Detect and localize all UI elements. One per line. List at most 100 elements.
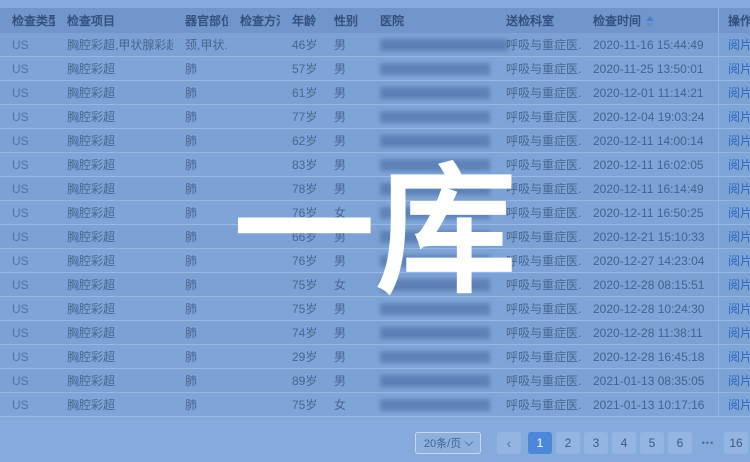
table-row: US 胸腔彩超 肺 77岁 男 呼吸与重症医... 2020-12-04 19:…	[0, 105, 750, 129]
cell-gender: 男	[322, 156, 368, 173]
cell-exam-item: 胸腔彩超	[55, 396, 173, 413]
cell-gender: 女	[322, 276, 368, 293]
header-exam-type: 检查类型	[0, 12, 55, 29]
cell-age: 75岁	[280, 396, 322, 413]
header-actions: 操作	[718, 8, 750, 33]
cell-organ: 肺	[173, 252, 228, 269]
hospital-redacted-bar	[380, 63, 490, 75]
cell-dept: 呼吸与重症医...	[494, 108, 581, 125]
hospital-redacted-bar	[380, 255, 490, 267]
view-images-link[interactable]: 阅片	[728, 204, 750, 221]
cell-exam-item: 胸腔彩超	[55, 300, 173, 317]
cell-dept: 呼吸与重症医...	[494, 276, 581, 293]
view-images-link[interactable]: 阅片	[728, 276, 750, 293]
cell-exam-time: 2020-12-28 10:24:30	[581, 302, 718, 316]
cell-dept: 呼吸与重症医...	[494, 300, 581, 317]
view-images-link[interactable]: 阅片	[728, 396, 750, 413]
hospital-redacted-bar	[380, 375, 490, 387]
page-button[interactable]: 16	[724, 432, 748, 454]
header-exam-time-sortable[interactable]: 检查时间	[581, 12, 718, 29]
cell-gender: 男	[322, 84, 368, 101]
page-size-select[interactable]: 20条/页	[415, 432, 481, 454]
cell-age: 61岁	[280, 84, 322, 101]
table-row: US 胸腔彩超 肺 89岁 男 呼吸与重症医... 2021-01-13 08:…	[0, 369, 750, 393]
cell-actions: 阅片	[718, 57, 750, 80]
cell-actions: 阅片	[718, 393, 750, 416]
view-images-link[interactable]: 阅片	[728, 228, 750, 245]
cell-exam-type: US	[0, 302, 55, 316]
sort-ascending-icon[interactable]	[646, 16, 654, 28]
header-exam-time-label: 检查时间	[593, 14, 641, 28]
view-images-link[interactable]: 阅片	[728, 348, 750, 365]
page-button[interactable]: 1	[528, 432, 552, 454]
view-images-link[interactable]: 阅片	[728, 252, 750, 269]
hospital-redacted-bar	[380, 351, 490, 363]
cell-exam-time: 2020-12-11 16:50:25	[581, 206, 718, 220]
view-images-link[interactable]: 阅片	[728, 180, 750, 197]
cell-actions: 阅片	[718, 129, 750, 152]
view-images-link[interactable]: 阅片	[728, 324, 750, 341]
cell-dept: 呼吸与重症医...	[494, 60, 581, 77]
cell-age: 29岁	[280, 348, 322, 365]
page-button[interactable]: 3	[584, 432, 608, 454]
cell-exam-item: 胸腔彩超	[55, 276, 173, 293]
cell-exam-type: US	[0, 254, 55, 268]
cell-exam-item: 胸腔彩超	[55, 132, 173, 149]
cell-exam-item: 胸腔彩超	[55, 84, 173, 101]
cell-dept: 呼吸与重症医...	[494, 324, 581, 341]
cell-hospital	[368, 255, 494, 267]
cell-age: 46岁	[280, 36, 322, 53]
cell-exam-type: US	[0, 110, 55, 124]
cell-exam-type: US	[0, 62, 55, 76]
cell-hospital	[368, 111, 494, 123]
table-row: US 胸腔彩超 肺 57岁 男 呼吸与重症医... 2020-11-25 13:…	[0, 57, 750, 81]
cell-gender: 男	[322, 60, 368, 77]
cell-age: 66岁	[280, 228, 322, 245]
cell-exam-type: US	[0, 230, 55, 244]
page-button[interactable]: 5	[640, 432, 664, 454]
cell-organ: 肺	[173, 204, 228, 221]
view-images-link[interactable]: 阅片	[728, 84, 750, 101]
page-button[interactable]: 4	[612, 432, 636, 454]
cell-dept: 呼吸与重症医...	[494, 348, 581, 365]
table-row: US 胸腔彩超 肺 83岁 男 呼吸与重症医... 2020-12-11 16:…	[0, 153, 750, 177]
table-body: US 胸腔彩超,甲状腺彩超 颈,甲状... 46岁 男 呼吸与重症医... 20…	[0, 33, 750, 417]
cell-dept: 呼吸与重症医...	[494, 84, 581, 101]
cell-age: 57岁	[280, 60, 322, 77]
header-dept: 送检科室	[494, 12, 581, 29]
view-images-link[interactable]: 阅片	[728, 36, 750, 53]
view-images-link[interactable]: 阅片	[728, 108, 750, 125]
cell-exam-time: 2020-12-27 14:23:04	[581, 254, 718, 268]
cell-actions: 阅片	[718, 177, 750, 200]
cell-exam-time: 2020-11-25 13:50:01	[581, 62, 718, 76]
hospital-redacted-bar	[380, 39, 508, 51]
view-images-link[interactable]: 阅片	[728, 300, 750, 317]
cell-gender: 男	[322, 132, 368, 149]
cell-hospital	[368, 87, 494, 99]
cell-exam-item: 胸腔彩超	[55, 156, 173, 173]
cell-exam-type: US	[0, 134, 55, 148]
cell-hospital	[368, 39, 494, 51]
view-images-link[interactable]: 阅片	[728, 60, 750, 77]
view-images-link[interactable]: 阅片	[728, 372, 750, 389]
view-images-link[interactable]: 阅片	[728, 156, 750, 173]
page-ellipsis[interactable]: •••	[696, 432, 720, 454]
cell-gender: 男	[322, 108, 368, 125]
table-row: US 胸腔彩超 肺 75岁 女 呼吸与重症医... 2020-12-28 08:…	[0, 273, 750, 297]
cell-exam-time: 2020-12-11 16:02:05	[581, 158, 718, 172]
cell-exam-type: US	[0, 350, 55, 364]
hospital-redacted-bar	[380, 183, 490, 195]
cell-age: 74岁	[280, 324, 322, 341]
prev-page-button[interactable]: ‹	[497, 432, 521, 454]
table-row: US 胸腔彩超 肺 74岁 男 呼吸与重症医... 2020-12-28 11:…	[0, 321, 750, 345]
cell-organ: 肺	[173, 60, 228, 77]
view-images-link[interactable]: 阅片	[728, 132, 750, 149]
page-button[interactable]: 6	[668, 432, 692, 454]
cell-dept: 呼吸与重症医...	[494, 252, 581, 269]
cell-hospital	[368, 183, 494, 195]
cell-actions: 阅片	[718, 225, 750, 248]
page-button[interactable]: 2	[556, 432, 580, 454]
cell-exam-item: 胸腔彩超	[55, 348, 173, 365]
cell-exam-item: 胸腔彩超	[55, 108, 173, 125]
cell-exam-time: 2020-12-21 15:10:33	[581, 230, 718, 244]
